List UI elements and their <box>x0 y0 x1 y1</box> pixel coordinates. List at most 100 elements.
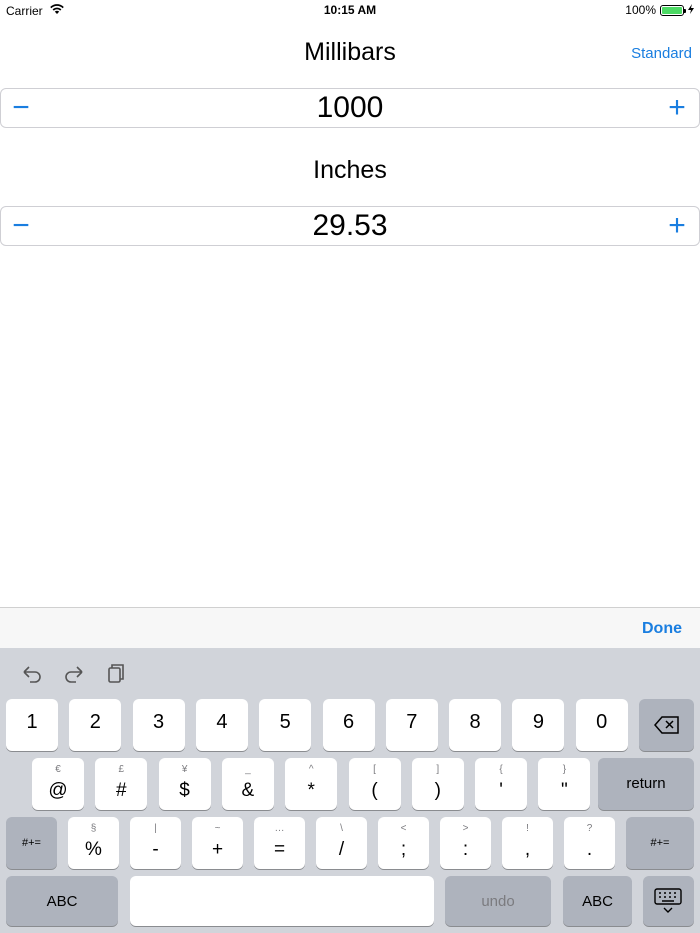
key-label: #+= <box>22 837 41 849</box>
undo-icon[interactable] <box>20 662 44 684</box>
clock: 10:15 AM <box>323 3 377 17</box>
keyboard-accessory-bar: Done <box>0 607 700 648</box>
key-alt-label: [ <box>373 764 376 775</box>
battery-icon <box>660 4 686 16</box>
key-symbol[interactable]: ]) <box>411 758 464 810</box>
key-symbol[interactable]: } " <box>538 758 591 810</box>
symbols-key-left[interactable]: #+= <box>6 817 57 869</box>
key-symbol[interactable]: | - <box>130 817 181 869</box>
key-8[interactable]: 8 <box>449 699 502 751</box>
key-symbol[interactable]: {' <box>475 758 528 810</box>
key-label: 6 <box>342 711 355 733</box>
key-label: @ <box>48 780 68 801</box>
inches-value[interactable]: 29.53 <box>1 207 699 245</box>
inches-decrement-button[interactable]: − <box>1 207 41 245</box>
key-label: , <box>524 839 531 860</box>
key-symbol[interactable]: £ # <box>95 758 148 810</box>
key-label: 4 <box>216 711 228 733</box>
key-label: ABC <box>582 893 613 910</box>
standard-button[interactable]: Standard <box>631 45 692 62</box>
key-4[interactable]: 4 <box>195 699 248 751</box>
key-alt-label: ¥ <box>181 764 188 775</box>
key-alt-label: \ <box>340 823 343 834</box>
key-2[interactable]: 2 <box>69 699 122 751</box>
key-label: ( <box>371 780 378 801</box>
key-0[interactable]: 0 <box>575 699 628 751</box>
dismiss-keyboard-key[interactable] <box>643 876 694 926</box>
redo-icon[interactable] <box>62 662 86 684</box>
key-alt-label: ? <box>586 823 593 834</box>
key-5[interactable]: 5 <box>259 699 312 751</box>
key-alt-label: £ <box>118 764 125 775</box>
battery-percent: 100% <box>625 3 656 17</box>
key-symbol[interactable]: >: <box>440 817 491 869</box>
inches-label: Inches <box>313 156 387 184</box>
key-alt-label: { <box>499 764 503 775</box>
abc-key-right[interactable]: ABC <box>563 876 632 926</box>
key-alt-label: _ <box>245 764 251 775</box>
key-label: & <box>241 780 255 801</box>
inches-increment-button[interactable]: + <box>657 207 697 245</box>
symbols-key-right[interactable]: #+= <box>626 817 694 869</box>
key-symbol[interactable]: ~ + <box>192 817 243 869</box>
key-alt-label: ^ <box>308 764 314 775</box>
return-key[interactable]: return <box>598 758 694 810</box>
key-alt-label: ! <box>526 823 529 834</box>
millibars-increment-button[interactable]: + <box>657 89 697 127</box>
key-symbol[interactable]: [( <box>348 758 401 810</box>
key-alt-label: … <box>274 823 285 834</box>
key-1[interactable]: 1 <box>6 699 58 751</box>
space-key[interactable] <box>130 876 434 926</box>
page-title: Millibars <box>304 38 396 66</box>
key-label: - <box>152 839 159 860</box>
key-alt-label: < <box>400 823 407 834</box>
key-label: 0 <box>596 711 608 733</box>
millibars-value[interactable]: 1000 <box>1 89 699 127</box>
key-symbol[interactable]: <; <box>378 817 429 869</box>
abc-key-left[interactable]: ABC <box>6 876 118 926</box>
key-alt-label: ~ <box>214 823 221 834</box>
key-7[interactable]: 7 <box>385 699 438 751</box>
key-label: ; <box>400 839 407 860</box>
key-symbol[interactable]: € @ <box>32 758 84 810</box>
key-label: #+= <box>650 837 670 849</box>
key-6[interactable]: 6 <box>322 699 375 751</box>
key-alt-label: > <box>462 823 469 834</box>
key-symbol[interactable]: §% <box>68 817 119 869</box>
key-symbol[interactable]: !, <box>502 817 553 869</box>
key-symbol[interactable]: … = <box>254 817 305 869</box>
key-alt-label: § <box>90 823 97 834</box>
key-symbol[interactable]: ¥ $ <box>158 758 211 810</box>
key-label: ' <box>499 780 503 801</box>
key-9[interactable]: 9 <box>512 699 565 751</box>
backspace-icon <box>654 716 679 734</box>
key-label: 7 <box>406 711 418 733</box>
key-label: : <box>462 839 469 860</box>
done-button[interactable]: Done <box>642 620 682 638</box>
backspace-key[interactable] <box>639 699 694 751</box>
inches-stepper: 29.53 − + <box>0 206 700 246</box>
status-bar: Carrier 10:15 AM 100% <box>0 0 700 20</box>
key-symbol[interactable]: _ & <box>221 758 274 810</box>
key-label: return <box>626 775 666 792</box>
charging-icon <box>688 3 694 17</box>
key-symbol[interactable]: ^ * <box>285 758 338 810</box>
key-label: * <box>307 780 315 801</box>
key-label: 2 <box>89 711 101 733</box>
paste-icon[interactable] <box>104 662 128 684</box>
key-label: undo <box>481 893 515 910</box>
key-label: # <box>116 780 127 801</box>
key-3[interactable]: 3 <box>132 699 185 751</box>
undo-key[interactable]: undo <box>445 876 551 926</box>
key-label: 8 <box>469 711 481 733</box>
key-symbol[interactable]: \ / <box>316 817 367 869</box>
key-label: 3 <box>153 711 165 733</box>
key-label: " <box>561 780 568 801</box>
key-label: / <box>338 839 345 860</box>
key-symbol[interactable]: ?. <box>564 817 615 869</box>
key-label: + <box>211 839 224 860</box>
key-label: 1 <box>26 711 38 733</box>
key-label: ABC <box>46 893 78 910</box>
key-label: 5 <box>279 711 291 733</box>
millibars-decrement-button[interactable]: − <box>1 89 41 127</box>
